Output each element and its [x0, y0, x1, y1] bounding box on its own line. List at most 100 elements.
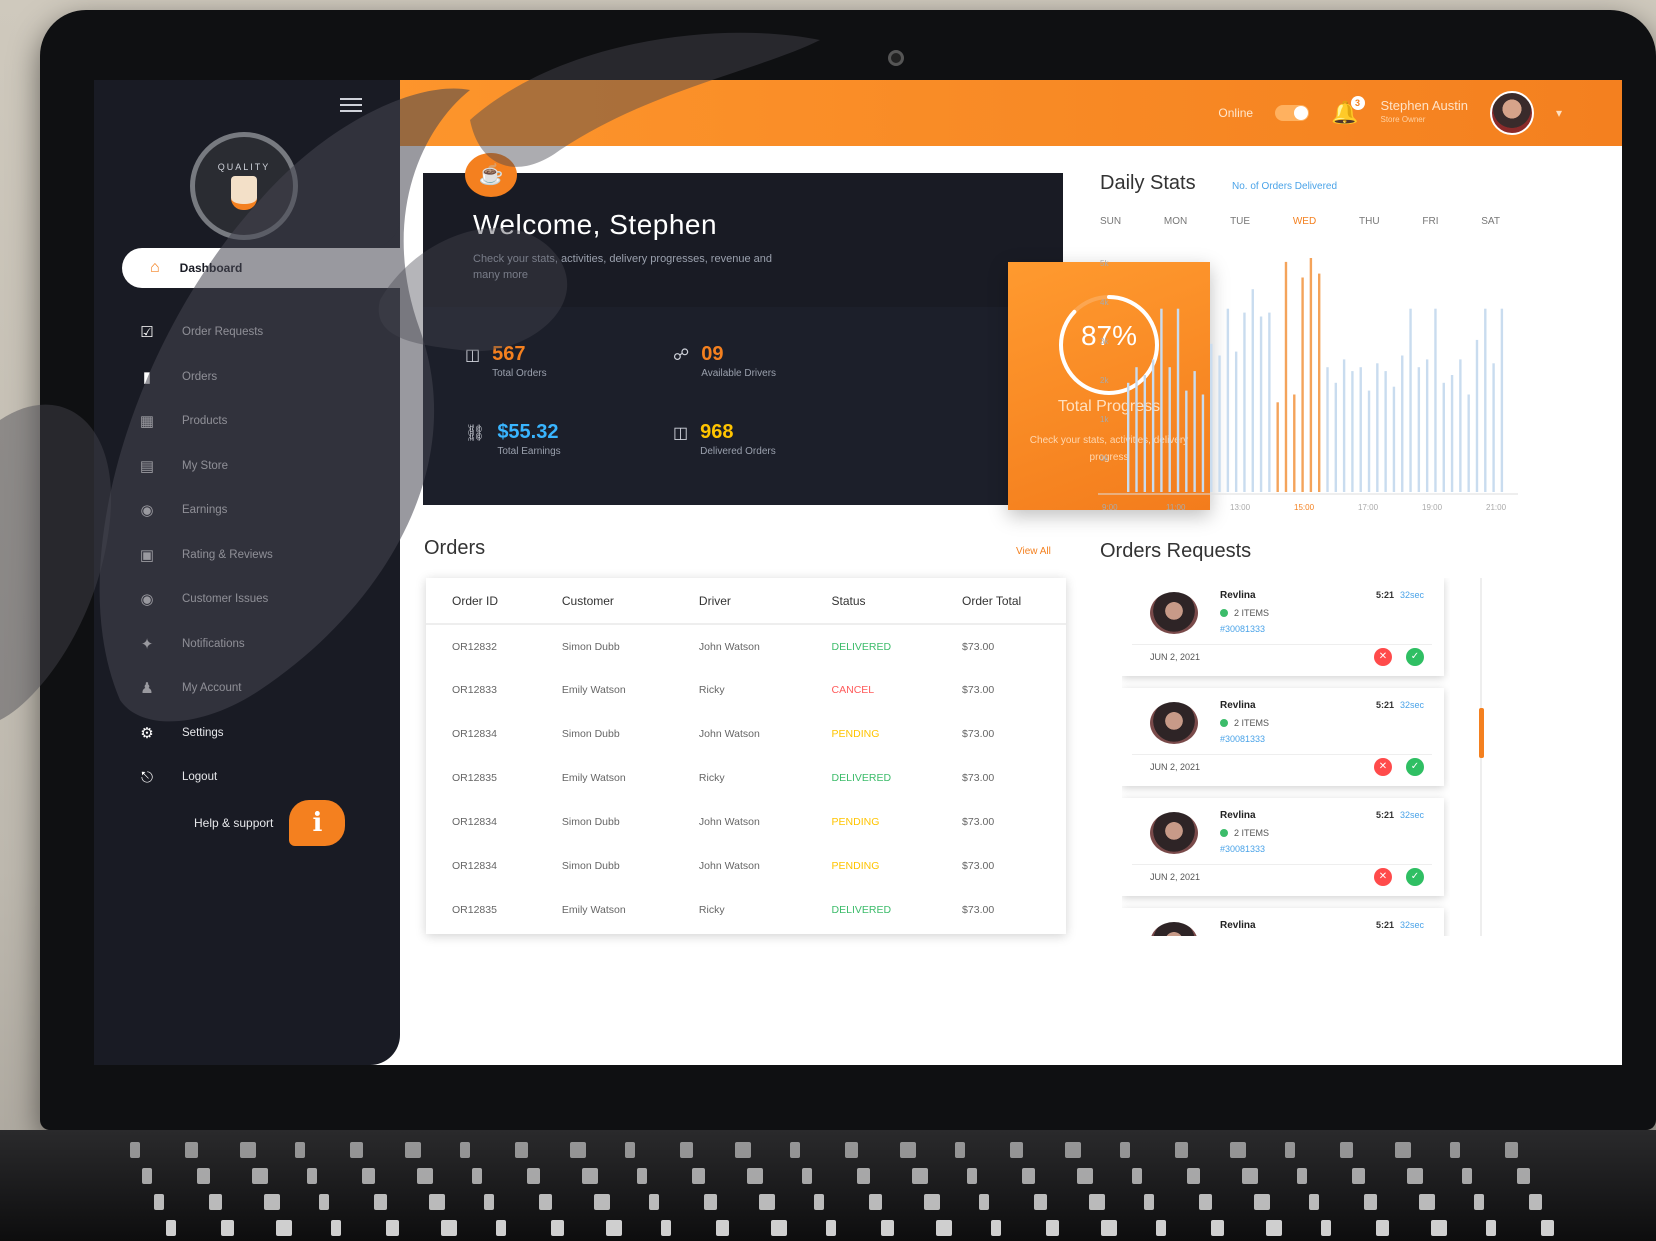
- chart-bar[interactable]: [1442, 382, 1445, 492]
- column-header[interactable]: Driver: [672, 578, 806, 625]
- chart-bar[interactable]: [1276, 402, 1279, 492]
- chart-bar[interactable]: [1234, 351, 1238, 492]
- column-header[interactable]: Customer: [535, 578, 673, 625]
- accept-button[interactable]: ✓: [1406, 868, 1424, 886]
- chart-bar[interactable]: [1259, 316, 1263, 493]
- chart-bar[interactable]: [1210, 343, 1213, 492]
- sidebar-item-my-account[interactable]: ♟ My Account: [138, 666, 388, 711]
- day-tab[interactable]: TUE: [1230, 216, 1250, 227]
- view-all-link[interactable]: View All: [1016, 546, 1051, 557]
- sidebar-item-orders[interactable]: ▮ Orders: [138, 355, 388, 400]
- chart-bar[interactable]: [1367, 390, 1371, 492]
- order-request-card[interactable]: Revlina 2 ITEMS #30081333 5:2132sec JUN …: [1122, 798, 1444, 896]
- notification-bell-icon[interactable]: 🔔 3: [1331, 96, 1365, 126]
- sidebar-item-rating-reviews[interactable]: ▣ Rating & Reviews: [138, 533, 388, 578]
- chart-bar[interactable]: [1392, 386, 1396, 492]
- sidebar-item-order-requests[interactable]: ☑ Order Requests: [138, 310, 388, 355]
- chart-bar[interactable]: [1425, 359, 1429, 492]
- table-row[interactable]: OR12834 Simon Dubb John Watson PENDING $73.0…: [426, 800, 1066, 844]
- order-request-card[interactable]: Revlina 2 ITEMS #30081333 5:2132sec JUN …: [1122, 908, 1444, 936]
- sidebar-item-logout[interactable]: ⎋ Logout: [138, 755, 388, 800]
- order-code[interactable]: #30081333: [1220, 844, 1265, 854]
- chart-bar[interactable]: [1293, 394, 1296, 493]
- column-header[interactable]: Order ID: [426, 578, 536, 625]
- chart-bar[interactable]: [1334, 382, 1338, 492]
- chart-bar[interactable]: [1326, 367, 1329, 492]
- sidebar-item-products[interactable]: ▦ Products: [138, 399, 388, 444]
- sidebar-item-settings[interactable]: ⚙ Settings: [138, 711, 388, 756]
- day-tab[interactable]: SUN: [1100, 216, 1121, 227]
- chart-bar[interactable]: [1168, 367, 1171, 492]
- day-tab[interactable]: THU: [1359, 216, 1380, 227]
- chart-bar[interactable]: [1218, 355, 1221, 493]
- day-tab[interactable]: WED: [1293, 216, 1316, 227]
- chart-bar[interactable]: [1467, 394, 1470, 493]
- chart-bar[interactable]: [1201, 394, 1205, 493]
- sidebar-item-earnings[interactable]: ◉ Earnings: [138, 488, 388, 533]
- chart-bar[interactable]: [1450, 375, 1454, 492]
- accept-button[interactable]: ✓: [1406, 758, 1424, 776]
- order-code[interactable]: #30081333: [1220, 624, 1265, 634]
- help-support[interactable]: Help & support i: [194, 800, 346, 846]
- chart-bar[interactable]: [1309, 258, 1313, 492]
- reject-button[interactable]: ✕: [1374, 868, 1392, 886]
- table-row[interactable]: OR12832 Simon Dubb John Watson DELIVERED $73…: [426, 624, 1066, 668]
- chart-bar[interactable]: [1384, 371, 1387, 492]
- info-icon[interactable]: i: [289, 800, 346, 846]
- hamburger-menu-icon[interactable]: [340, 98, 362, 112]
- chart-bar[interactable]: [1409, 308, 1412, 492]
- table-row[interactable]: OR12833 Emily Watson Ricky CANCEL $73.00: [426, 668, 1066, 712]
- chart-bar[interactable]: [1484, 308, 1487, 492]
- chart-bar[interactable]: [1226, 308, 1230, 492]
- sidebar-item-customer-issues[interactable]: ◉ Customer Issues: [138, 577, 388, 622]
- reject-button[interactable]: ✕: [1374, 758, 1392, 776]
- chart-bar[interactable]: [1351, 371, 1354, 492]
- table-row[interactable]: OR12834 Simon Dubb John Watson PENDING $73.0…: [426, 712, 1066, 756]
- online-toggle[interactable]: [1275, 105, 1310, 121]
- table-row[interactable]: OR12835 Emily Watson Ricky DELIVERED $73.00: [426, 756, 1066, 800]
- day-tab[interactable]: MON: [1164, 216, 1187, 227]
- chart-bar[interactable]: [1243, 312, 1246, 492]
- chevron-down-icon[interactable]: ▾: [1556, 106, 1562, 120]
- chart-bar[interactable]: [1268, 312, 1271, 492]
- chart-bar[interactable]: [1185, 390, 1188, 492]
- order-request-card[interactable]: Revlina 2 ITEMS #30081333 5:2132sec JUN …: [1122, 578, 1444, 676]
- chart-bar[interactable]: [1127, 382, 1130, 492]
- chart-bar[interactable]: [1143, 375, 1147, 492]
- requests-scroll-thumb[interactable]: [1479, 708, 1484, 758]
- chart-bar[interactable]: [1401, 355, 1404, 493]
- sidebar-item-notifications[interactable]: ✦ Notifications: [138, 622, 388, 667]
- order-request-card[interactable]: Revlina 2 ITEMS #30081333 5:2132sec JUN …: [1122, 688, 1444, 786]
- table-row[interactable]: OR12834 Simon Dubb John Watson PENDING $73.0…: [426, 844, 1066, 888]
- user-avatar[interactable]: [1489, 91, 1534, 135]
- chart-bar[interactable]: [1251, 289, 1254, 492]
- chart-bar[interactable]: [1318, 273, 1321, 492]
- order-code[interactable]: #30081333: [1220, 734, 1265, 744]
- chart-bar[interactable]: [1500, 308, 1504, 492]
- table-row[interactable]: OR12835 Emily Watson Ricky DELIVERED $73.00: [426, 888, 1066, 932]
- chart-bar[interactable]: [1475, 339, 1479, 492]
- chart-bar[interactable]: [1135, 367, 1138, 492]
- user-info[interactable]: Stephen Austin Store Owner: [1381, 99, 1468, 127]
- chart-bar[interactable]: [1176, 308, 1180, 492]
- accept-button[interactable]: ✓: [1406, 648, 1424, 666]
- day-tab[interactable]: FRI: [1422, 216, 1438, 227]
- column-header[interactable]: Order Total: [936, 578, 1066, 625]
- chart-bar[interactable]: [1376, 363, 1379, 492]
- chart-bar[interactable]: [1359, 367, 1362, 492]
- chart-bar[interactable]: [1417, 367, 1421, 492]
- chart-bar[interactable]: [1151, 359, 1155, 492]
- chart-bar[interactable]: [1193, 371, 1196, 492]
- column-header[interactable]: Status: [805, 578, 937, 625]
- sidebar-item-my-store[interactable]: ▤ My Store: [138, 444, 388, 489]
- reject-button[interactable]: ✕: [1374, 648, 1392, 666]
- sidebar-item-dashboard[interactable]: ⌂ Dashboard: [122, 248, 422, 288]
- chart-bar[interactable]: [1434, 308, 1437, 492]
- chart-bar[interactable]: [1492, 363, 1495, 492]
- day-tab[interactable]: SAT: [1481, 216, 1500, 227]
- chart-bar[interactable]: [1301, 277, 1304, 493]
- chart-bar[interactable]: [1342, 359, 1346, 492]
- chart-bar[interactable]: [1459, 359, 1462, 492]
- chart-bar[interactable]: [1284, 261, 1288, 492]
- chart-bar[interactable]: [1160, 308, 1163, 492]
